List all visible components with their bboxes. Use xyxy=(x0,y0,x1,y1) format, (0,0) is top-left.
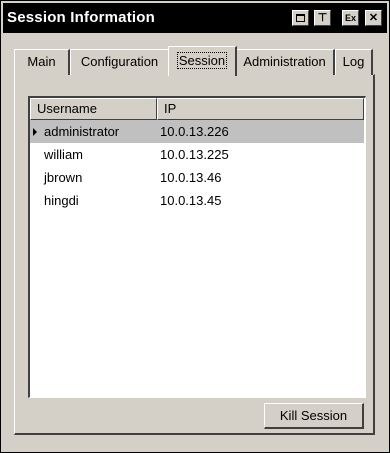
exit-icon: Ex xyxy=(344,13,356,23)
tab-administration-label: Administration xyxy=(243,54,326,69)
restore-icon xyxy=(296,14,305,22)
tab-main[interactable]: Main xyxy=(14,49,70,75)
row-pointer-icon xyxy=(33,128,37,136)
tab-log[interactable]: Log xyxy=(335,49,373,75)
ip-cell: 10.0.13.225 xyxy=(160,147,229,162)
restore-button[interactable] xyxy=(292,10,309,26)
kill-session-button[interactable]: Kill Session xyxy=(264,403,364,429)
tab-configuration-label: Configuration xyxy=(80,54,159,69)
column-header-username[interactable]: Username xyxy=(30,98,157,120)
ip-cell: 10.0.13.46 xyxy=(160,170,222,185)
tab-session-label: Session xyxy=(176,52,228,69)
list-body: administrator 10.0.13.226 william 10.0.1… xyxy=(30,120,364,212)
tab-log-label: Log xyxy=(342,54,365,69)
exit-button[interactable]: Ex xyxy=(342,10,359,26)
close-button[interactable]: ✕ xyxy=(365,10,382,26)
ip-cell: 10.0.13.45 xyxy=(160,193,222,208)
table-row[interactable]: administrator 10.0.13.226 xyxy=(30,120,364,143)
table-row[interactable]: william 10.0.13.225 xyxy=(30,143,364,166)
title-bar[interactable]: Session Information ⊤ Ex ✕ xyxy=(3,3,387,33)
pin-icon: ⊤ xyxy=(317,12,328,24)
tab-main-label: Main xyxy=(27,54,56,69)
session-list[interactable]: Username IP administrator 10.0.13.226 wi… xyxy=(28,96,366,398)
table-row[interactable]: hingdi 10.0.13.45 xyxy=(30,189,364,212)
window-title: Session Information xyxy=(7,9,155,26)
tab-configuration[interactable]: Configuration xyxy=(70,49,170,75)
username-cell: jbrown xyxy=(44,170,83,185)
tab-session[interactable]: Session xyxy=(168,46,237,76)
close-icon: ✕ xyxy=(368,12,379,24)
table-row[interactable]: jbrown 10.0.13.46 xyxy=(30,166,364,189)
username-cell: william xyxy=(44,147,83,162)
pin-button[interactable]: ⊤ xyxy=(314,10,331,26)
ip-cell: 10.0.13.226 xyxy=(160,124,229,139)
tab-administration[interactable]: Administration xyxy=(235,49,335,75)
username-cell: hingdi xyxy=(44,193,79,208)
list-header: Username IP xyxy=(30,98,364,120)
column-header-ip[interactable]: IP xyxy=(157,98,364,120)
session-information-window: Session Information ⊤ Ex ✕ Main Configur… xyxy=(0,0,390,453)
username-cell: administrator xyxy=(44,124,120,139)
